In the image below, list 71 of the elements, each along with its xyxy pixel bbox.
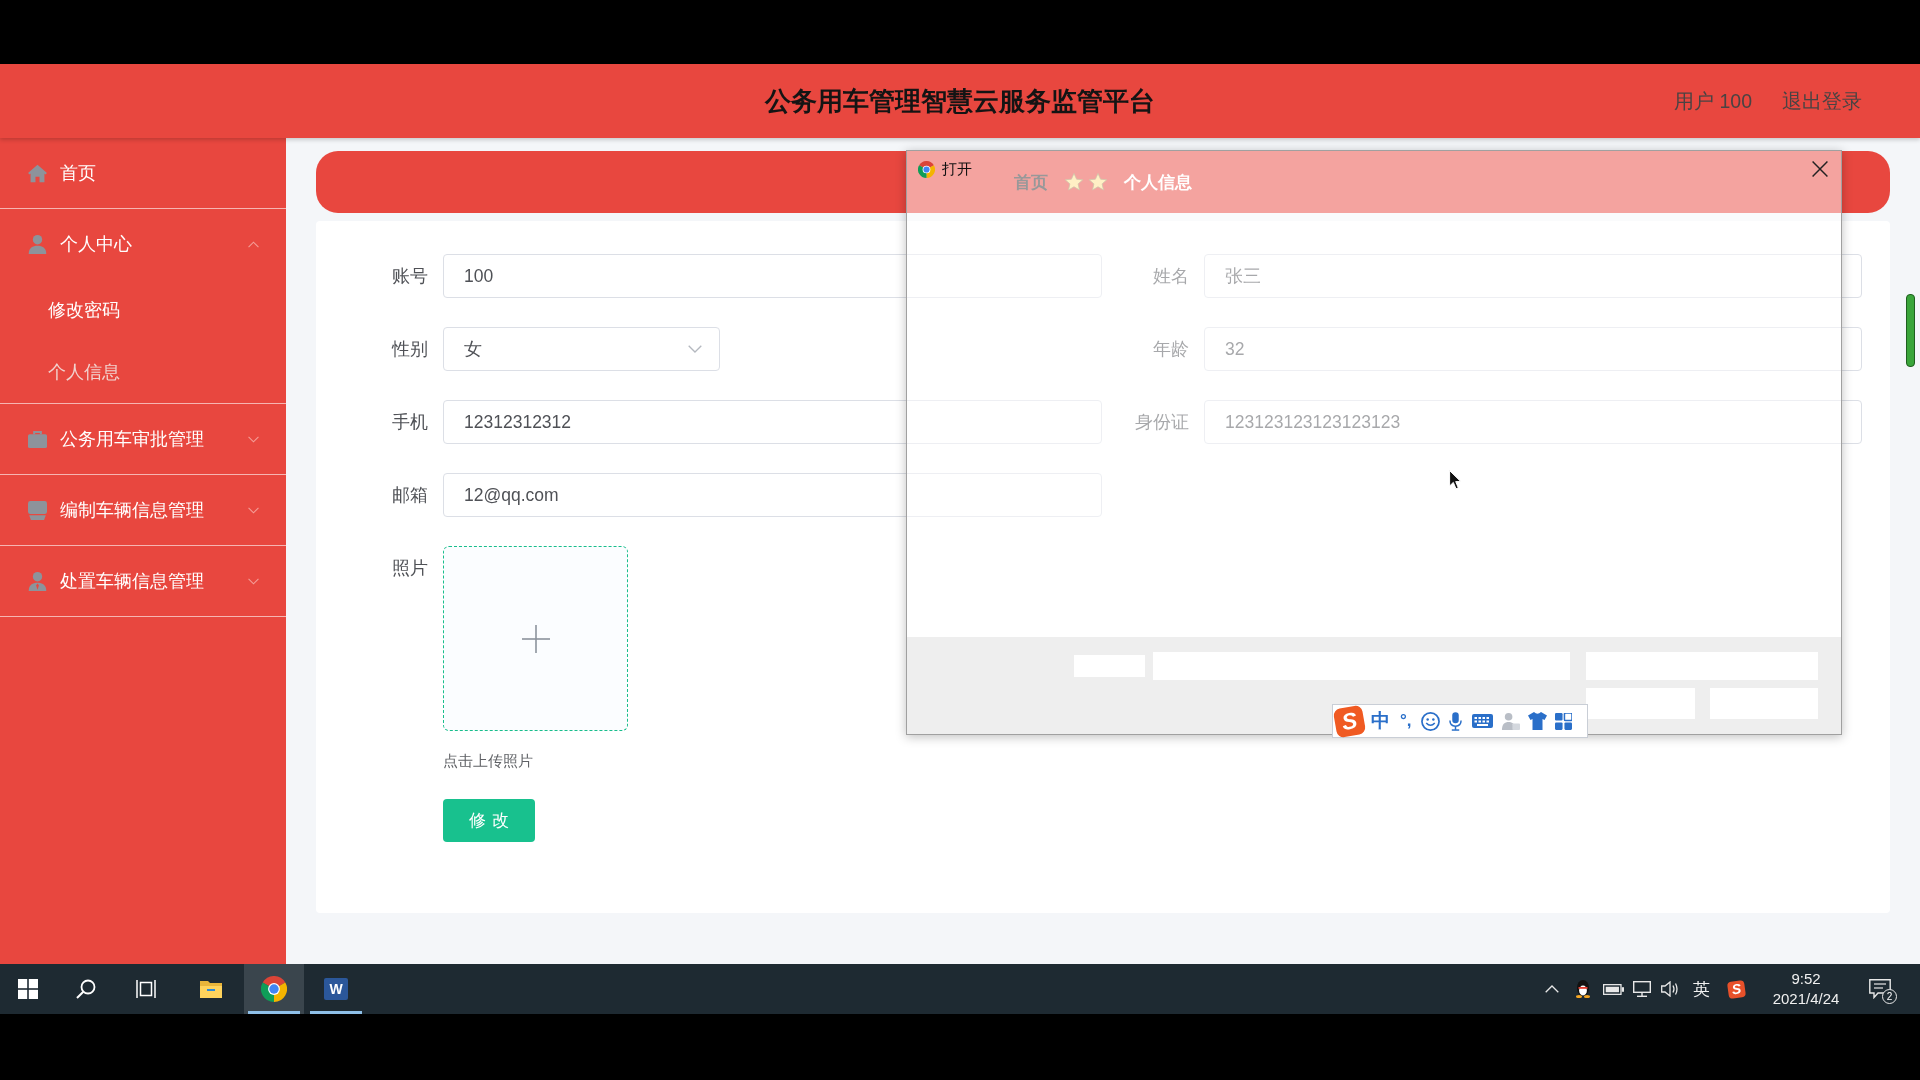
field-label: 年龄 (1152, 338, 1190, 361)
field-label: 照片 (391, 557, 429, 580)
ime-logo[interactable]: S (1332, 704, 1367, 738)
clock-date[interactable]: 2021/4/24 (1772, 989, 1840, 1009)
document-app-icon: W (324, 978, 348, 1000)
user-link[interactable]: 用户 100 (1674, 87, 1752, 115)
sidebar-item[interactable]: 个人中心 (0, 209, 286, 279)
volume-icon[interactable] (1661, 981, 1679, 997)
input-mode-toggle[interactable]: 中 (1371, 708, 1390, 734)
close-button[interactable] (1812, 161, 1828, 177)
ime-tray-logo[interactable]: S (1726, 979, 1746, 999)
field-label: 性别 (390, 338, 429, 361)
task-view-icon (136, 979, 156, 999)
sidebar-item[interactable]: 处置车辆信息管理 (0, 546, 286, 616)
mouse-pointer-icon (1449, 470, 1462, 490)
keyboard-icon[interactable] (1471, 714, 1493, 728)
select-field[interactable]: 女 (443, 327, 720, 371)
penguin-icon[interactable] (1576, 980, 1590, 998)
briefcase-icon (28, 429, 47, 449)
photo-upload-field[interactable] (443, 546, 628, 731)
text-input-field[interactable]: 12312312312 (443, 400, 1102, 444)
input-language-indicator[interactable]: 英 (1692, 977, 1710, 1001)
sidebar-item[interactable]: 编制车辆信息管理 (0, 475, 286, 545)
notification-count: 2 (1882, 989, 1897, 1004)
submenu-item[interactable]: 个人信息 (0, 341, 286, 403)
upload-hint: 点击上传照片 (443, 753, 533, 770)
text-input-field[interactable]: 12@qq.com (443, 473, 1102, 517)
search-icon (76, 979, 96, 999)
text-input-field[interactable]: 32 (1204, 327, 1862, 371)
sidebar-item[interactable]: 公务用车审批管理 (0, 404, 286, 474)
close-icon (1812, 161, 1828, 177)
submit-button[interactable]: 修改 (443, 799, 535, 842)
monitor-icon (28, 500, 47, 520)
star-icon (1089, 173, 1107, 191)
field-label: 手机 (391, 411, 429, 434)
network-icon[interactable] (1633, 981, 1651, 997)
logout-link[interactable]: 退出登录 (1782, 87, 1862, 115)
taskbar-app-button[interactable]: W (306, 964, 366, 1014)
home-icon (28, 163, 47, 183)
text-input-field[interactable]: 张三 (1204, 254, 1862, 298)
star-icon (1065, 173, 1083, 191)
clock-time[interactable]: 9:52 (1791, 969, 1821, 989)
taskbar-app-button[interactable] (244, 964, 304, 1014)
sidebar-item[interactable]: 首页 (0, 138, 286, 208)
person-tie-icon (28, 571, 47, 591)
folder-icon (199, 979, 223, 999)
browser-app-icon (918, 160, 935, 178)
scrollbar-thumb[interactable] (1906, 294, 1915, 367)
text-input-field[interactable]: 100 (443, 254, 1102, 298)
field-label: 账号 (391, 265, 429, 288)
dialog-title: 打开 (942, 159, 973, 179)
breadcrumb-current: 个人信息 (1124, 171, 1192, 194)
punctuation-toggle[interactable]: °, (1400, 711, 1412, 731)
notification-icon[interactable] (1869, 979, 1891, 999)
text-input-field[interactable]: 123123123123123123 (1204, 400, 1862, 444)
caret-icon (688, 345, 702, 353)
battery-icon[interactable] (1602, 983, 1624, 995)
microphone-icon[interactable] (1448, 711, 1462, 731)
chevron-up-icon[interactable] (1545, 985, 1559, 993)
shirt-icon[interactable] (1527, 712, 1547, 730)
smile-icon[interactable] (1420, 711, 1440, 731)
plus-icon (521, 624, 550, 653)
field-label: 邮箱 (391, 484, 429, 507)
submenu-item[interactable]: 修改密码 (0, 279, 286, 341)
windows-logo-icon (18, 979, 38, 999)
app-title: 公务用车管理智慧云服务监管平台 (765, 84, 1155, 118)
user-icon (28, 234, 47, 254)
browser-app-icon (261, 976, 287, 1002)
field-label: 姓名 (1152, 265, 1190, 288)
grid-icon[interactable] (1554, 712, 1572, 730)
field-label: 身份证 (1134, 411, 1190, 434)
